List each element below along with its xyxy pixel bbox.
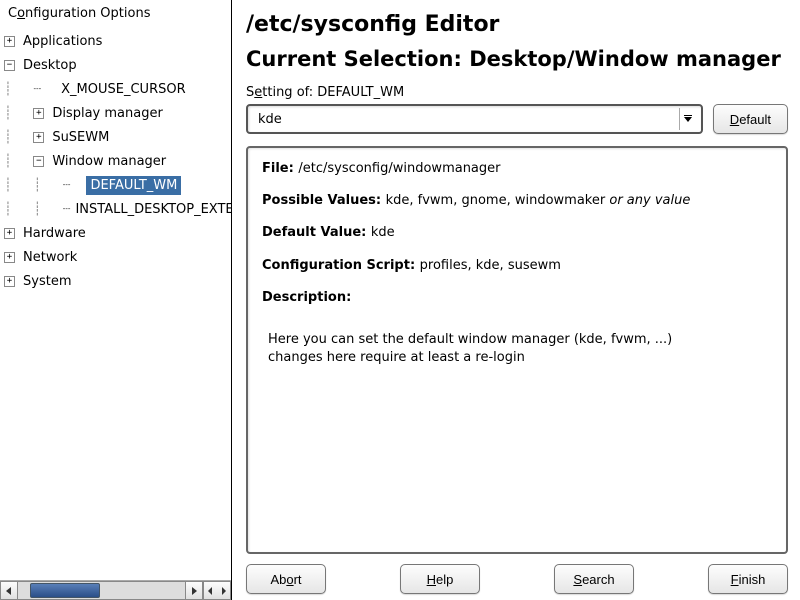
setting-row: kde Default [246,104,788,134]
info-description-body: Here you can set the default window mana… [268,331,772,367]
info-description-label: Description: [262,289,772,307]
expander-icon[interactable]: + [4,228,15,239]
info-box: File: /etc/sysconfig/windowmanager Possi… [246,146,788,554]
tree-node-label: INSTALL_DESKTOP_EXTENSIONS [71,200,231,219]
tree-node[interactable]: ┊ +SuSEWM [4,125,231,149]
chevron-down-icon[interactable] [679,108,697,130]
tree-node[interactable]: + Applications [4,29,231,53]
tree-node-label: X_MOUSE_CURSOR [57,80,189,99]
config-tree[interactable]: +Applications−Desktop┊ ┄X_MOUSE_CURSOR┊ … [0,27,231,580]
sidebar-title: Configuration Options [0,0,231,27]
expander-icon[interactable]: + [4,276,15,287]
expander-icon[interactable]: + [4,36,15,47]
tree-node-label: System [19,272,75,291]
tree-node[interactable]: ┊ ┄X_MOUSE_CURSOR [4,77,231,101]
sidebar: Configuration Options +Applications−Desk… [0,0,232,600]
expander-icon[interactable]: + [33,108,44,119]
combobox-value: kde [258,112,679,127]
tree-node[interactable]: −Desktop [4,53,231,77]
main-panel: /etc/sysconfig Editor Current Selection:… [232,0,800,600]
info-file: File: /etc/sysconfig/windowmanager [262,160,772,178]
info-config-script: Configuration Script: profiles, kde, sus… [262,257,772,275]
expander-icon[interactable]: − [4,60,15,71]
bottom-button-bar: Abort Help Search Finish [246,554,788,594]
current-selection: Current Selection: Desktop/Window manage… [246,47,788,71]
sidebar-title-pre: C [8,6,17,21]
search-button[interactable]: Search [554,564,634,594]
info-default-value: Default Value: kde [262,224,772,242]
tree-node-label: Network [19,248,81,267]
tree-node-label: Display manager [48,104,166,123]
tree-node-label: Hardware [19,224,90,243]
tree-node[interactable]: ┊ ┊ ┄INSTALL_DESKTOP_EXTENSIONS [4,197,231,221]
tree-node-label: SuSEWM [48,128,113,147]
editor-title: /etc/sysconfig Editor [246,12,788,37]
scroll-ends-button[interactable] [203,581,231,600]
help-button[interactable]: Help [400,564,480,594]
expander-icon[interactable]: + [33,132,44,143]
tree-node[interactable]: + System [4,269,231,293]
tree-node-label: Desktop [19,56,81,75]
scroll-right-button[interactable] [185,581,203,600]
sidebar-title-ul: o [17,6,25,21]
tree-node[interactable]: + Hardware [4,221,231,245]
scroll-track[interactable] [18,581,185,600]
abort-button[interactable]: Abort [246,564,326,594]
tree-node-label: Window manager [48,152,170,171]
horizontal-scrollbar[interactable] [0,580,231,600]
tree-node[interactable]: ┊ +Display manager [4,101,231,125]
tree-node-label: DEFAULT_WM [86,176,181,195]
default-button[interactable]: Default [713,104,788,134]
value-combobox[interactable]: kde [246,104,703,134]
tree-node-label: Applications [19,32,106,51]
scroll-left-button[interactable] [0,581,18,600]
tree-node[interactable]: ┊ −Window manager [4,149,231,173]
tree-node[interactable]: ┊ ┊ ┄DEFAULT_WM [4,173,231,197]
info-possible-values: Possible Values: kde, fvwm, gnome, windo… [262,192,772,210]
scroll-thumb[interactable] [30,583,100,598]
expander-icon[interactable]: − [33,156,44,167]
sidebar-title-post: nfiguration Options [25,6,150,21]
finish-button[interactable]: Finish [708,564,788,594]
expander-icon[interactable]: + [4,252,15,263]
tree-node[interactable]: + Network [4,245,231,269]
setting-of-label: Setting of: DEFAULT_WM [246,85,788,100]
